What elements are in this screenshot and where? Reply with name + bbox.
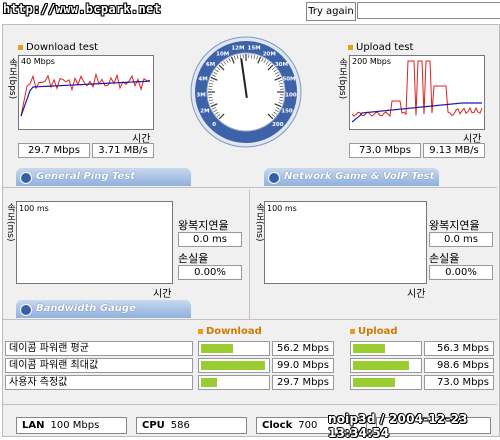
gauge-tick-label: 150 xyxy=(281,108,293,114)
tab-bandwidth-gauge[interactable]: Bandwidth Gauge xyxy=(16,300,191,318)
bandwidth-row-label: 사용자 측정값 xyxy=(5,375,193,390)
bandwidth-download-value: 99.0 Mbps xyxy=(272,358,334,373)
ping-loss-label: 손실율 xyxy=(178,250,208,266)
bandwidth-row-label: 데이콤 파워랜 최대값 xyxy=(5,358,193,373)
status-lan: LAN100 Mbps xyxy=(16,417,127,434)
upload-avg-line xyxy=(352,103,482,122)
tab-circle-icon xyxy=(20,172,32,184)
gauge-tick-label: 0 xyxy=(212,122,216,128)
bandwidth-upload-bar xyxy=(350,375,422,390)
bandwidth-bar-fill xyxy=(201,361,265,370)
download-title: Download test xyxy=(18,42,98,53)
download-chart-svg xyxy=(19,56,153,129)
ping-rtt-label: 왕복지연율 xyxy=(178,217,229,233)
bandwidth-bar-fill xyxy=(353,378,395,387)
gauge-tick-label: 50M xyxy=(282,77,295,83)
top-bar: http://www.bcpark.net Try again xyxy=(0,0,500,22)
speed-gauge-svg: 0 2M 3M 4M 6M10M12M 15M20M 30M 50M 100 150 200 xyxy=(190,36,302,148)
game-chart: 100 ms xyxy=(264,201,427,284)
upload-mbs-value: 9.13 MB/s xyxy=(423,143,485,158)
bandwidth-download-header: Download xyxy=(198,326,262,337)
upload-chart: 200 Mbps xyxy=(349,55,485,130)
gauge-tick-label: 3M xyxy=(196,93,205,99)
gauge-tick-label: 12M xyxy=(231,46,244,52)
upload-title: Upload test xyxy=(348,42,413,53)
try-again-button[interactable]: Try again xyxy=(306,2,356,21)
site-url: http://www.bcpark.net xyxy=(3,2,161,16)
bandwidth-bar-fill xyxy=(201,344,233,353)
download-avg-line xyxy=(21,81,150,116)
gauge-tick-label: 15M xyxy=(248,46,261,52)
upload-max-label: 200 Mbps xyxy=(352,57,391,66)
bullet-icon xyxy=(198,329,203,334)
section-divider xyxy=(3,187,497,188)
ping-rtt-value: 0.0 ms xyxy=(178,232,242,247)
tab-circle-icon xyxy=(268,172,280,184)
bullet-icon xyxy=(350,329,355,334)
game-xlabel: 시간 xyxy=(407,285,425,300)
section-divider xyxy=(3,319,497,320)
gauge-tick-label: 20M xyxy=(263,51,276,57)
section-divider-vertical xyxy=(249,190,250,320)
bandwidth-row-label: 데이콤 파워랜 평균 xyxy=(5,341,193,356)
game-loss-value: 0.00% xyxy=(429,265,493,280)
top-input-field[interactable] xyxy=(357,2,500,19)
gauge-tick-label: 4M xyxy=(198,77,207,83)
bandwidth-bar-fill xyxy=(353,361,409,370)
timestamp-overlay: noip3d / 2004-12-23 13:34:54 xyxy=(328,412,500,440)
section-divider xyxy=(3,404,497,405)
bullet-icon xyxy=(18,45,23,50)
bandwidth-bar-fill xyxy=(201,378,217,387)
game-rtt-value: 0.0 ms xyxy=(429,232,493,247)
tab-network-game-voip-test[interactable]: Network Game & VoIP Test xyxy=(264,168,439,186)
gauge-tick-label: 10M xyxy=(216,51,229,57)
bandwidth-download-value: 29.7 Mbps xyxy=(272,375,334,390)
game-max-label: 100 ms xyxy=(267,204,297,213)
ping-xlabel: 시간 xyxy=(153,285,171,300)
status-cpu: CPU586 xyxy=(136,417,247,434)
game-rtt-label: 왕복지연율 xyxy=(429,217,480,233)
gauge-tick-label: 100 xyxy=(285,93,297,99)
bullet-icon xyxy=(348,45,353,50)
download-speed-line xyxy=(21,74,150,116)
bandwidth-download-bar xyxy=(198,375,270,390)
upload-mbps-value: 73.0 Mbps xyxy=(349,143,421,158)
tab-general-ping-test[interactable]: General Ping Test xyxy=(16,168,191,186)
gauge-tick-label: 30M xyxy=(275,62,288,68)
bandwidth-upload-value: 56.3 Mbps xyxy=(424,341,494,356)
ping-max-label: 100 ms xyxy=(19,204,49,213)
ping-loss-value: 0.00% xyxy=(178,265,242,280)
upload-ylabel: 속도(bps) xyxy=(336,58,349,99)
download-max-label: 40 Mbps xyxy=(21,57,55,66)
ping-chart: 100 ms xyxy=(16,201,173,284)
bandwidth-upload-bar xyxy=(350,341,422,356)
bandwidth-upload-value: 98.6 Mbps xyxy=(424,358,494,373)
download-chart: 40 Mbps xyxy=(18,55,154,130)
speed-gauge: 0 2M 3M 4M 6M10M12M 15M20M 30M 50M 100 150 200 xyxy=(190,36,302,148)
bandwidth-download-bar xyxy=(198,341,270,356)
download-mbps-value: 29.7 Mbps xyxy=(18,143,90,158)
gauge-tick-label: 200 xyxy=(272,122,284,128)
bandwidth-upload-value: 73.0 Mbps xyxy=(424,375,494,390)
game-loss-label: 손실율 xyxy=(429,250,459,266)
download-mbs-value: 3.71 MB/s xyxy=(92,143,154,158)
bandwidth-download-value: 56.2 Mbps xyxy=(272,341,334,356)
gauge-tick-label: 2M xyxy=(200,108,209,114)
bandwidth-download-bar xyxy=(198,358,270,373)
upload-chart-svg xyxy=(350,56,484,129)
tab-circle-icon xyxy=(20,304,32,316)
bandwidth-upload-header: Upload xyxy=(350,326,397,337)
gauge-tick-label: 6M xyxy=(206,62,215,68)
bandwidth-bar-fill xyxy=(353,344,385,353)
bandwidth-upload-bar xyxy=(350,358,422,373)
